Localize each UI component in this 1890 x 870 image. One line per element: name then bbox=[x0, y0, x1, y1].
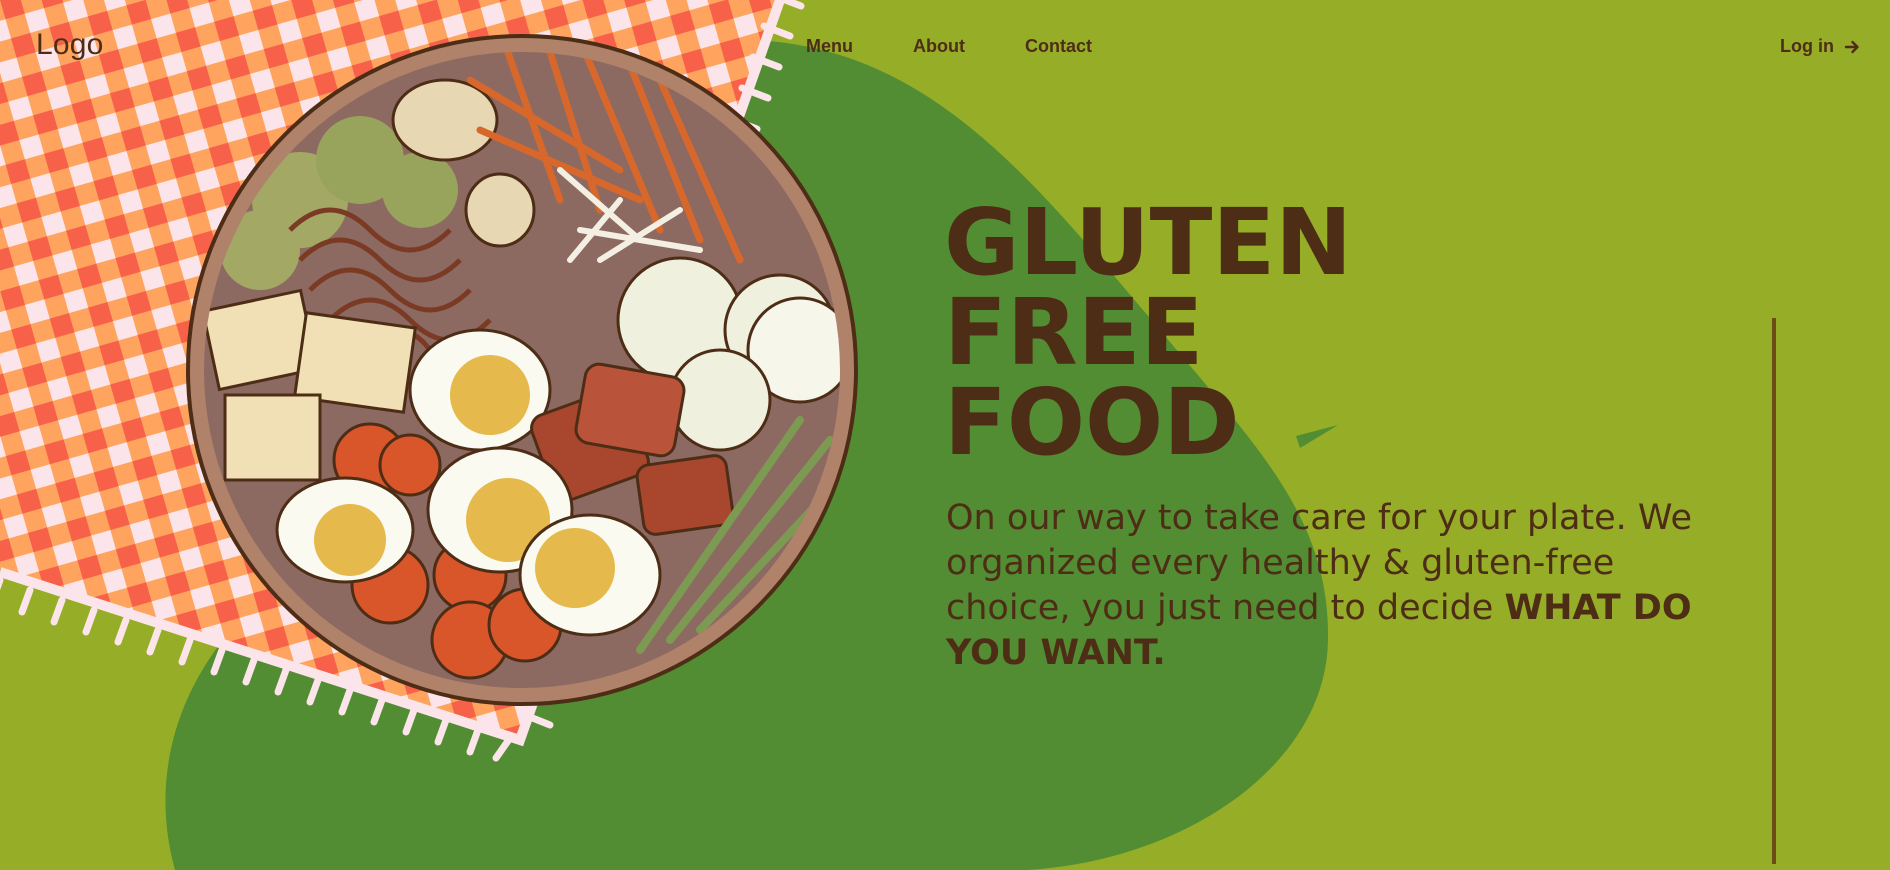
vertical-divider bbox=[1772, 318, 1776, 864]
login-label: Log in bbox=[1780, 36, 1834, 56]
nav-contact-link[interactable]: Contact bbox=[1025, 36, 1092, 57]
hero-title-line: FREE bbox=[944, 279, 1204, 386]
landing-page: Logo Menu About Contact Log in GLUTEN FR… bbox=[0, 0, 1890, 870]
arrow-right-icon bbox=[1844, 40, 1859, 53]
nav-about-link[interactable]: About bbox=[913, 36, 965, 57]
hero-title: GLUTEN FREE FOOD bbox=[944, 189, 1353, 476]
nav-menu-link[interactable]: Menu bbox=[806, 36, 853, 57]
login-button[interactable]: Log in bbox=[1780, 36, 1860, 57]
hero-title-line: FOOD bbox=[944, 369, 1240, 476]
hero-description: On our way to take care for your plate. … bbox=[946, 496, 1706, 676]
main-nav: Menu About Contact bbox=[806, 36, 1092, 57]
hero-title-line: GLUTEN bbox=[944, 189, 1353, 296]
logo[interactable]: Logo bbox=[36, 28, 104, 62]
